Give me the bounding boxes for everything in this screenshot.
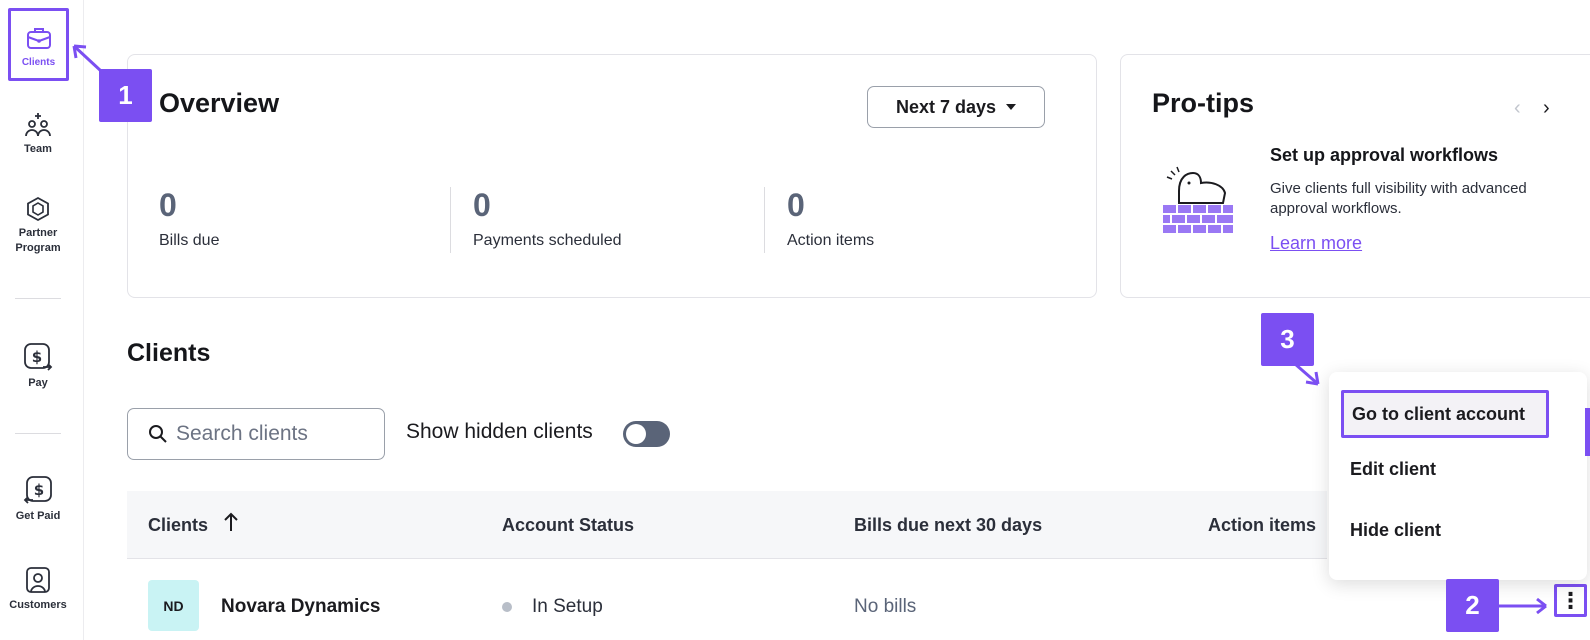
sidebar-item-get-paid[interactable]: $ Get Paid [0, 475, 76, 524]
tip-title: Set up approval workflows [1270, 145, 1499, 165]
stat-label: Action items [787, 232, 875, 249]
menu-item-go-to-client-account[interactable]: Go to client account [1341, 390, 1549, 438]
caret-down-icon [1006, 104, 1017, 110]
search-input[interactable] [176, 422, 376, 446]
stat-divider [450, 187, 451, 253]
stat-bills-due: 0 Bills due [159, 187, 219, 250]
brick-wall-illustration-icon [1163, 166, 1233, 233]
show-hidden-label: Show hidden clients [406, 420, 593, 443]
tip-body: Give clients full visibility with advanc… [1270, 180, 1527, 217]
bills-due-value: No bills [854, 596, 917, 617]
sidebar-item-partner-program[interactable]: Partner Program [0, 196, 76, 256]
stat-action-items: 0 Action items [787, 187, 874, 250]
edge-highlight-bar [1585, 408, 1590, 456]
sidebar-item-label: Clients [21, 57, 56, 68]
sidebar-item-label: Partner Program [15, 227, 61, 254]
column-header-account-status: Account Status [502, 515, 635, 535]
stat-value: 0 [787, 187, 805, 223]
sidebar-item-label: Get Paid [15, 510, 61, 522]
date-range-dropdown[interactable]: Next 7 days [867, 86, 1045, 128]
sidebar-item-label: Pay [28, 377, 48, 389]
client-name[interactable]: Novara Dynamics [221, 596, 380, 618]
search-box[interactable] [127, 408, 385, 460]
pay-icon: $ [24, 343, 53, 371]
show-hidden-toggle[interactable] [623, 421, 670, 447]
sidebar-divider [15, 433, 61, 434]
sidebar-item-label: Customers [9, 599, 67, 611]
briefcase-icon [26, 28, 51, 49]
kebab-menu-icon: ⋮ [1559, 587, 1582, 613]
search-icon [149, 425, 167, 443]
sidebar-item-team[interactable]: Team [0, 112, 76, 157]
more-options-button[interactable]: ⋮ [1554, 584, 1587, 617]
stat-label: Bills due [159, 232, 220, 249]
stat-label: Payments scheduled [473, 232, 622, 249]
protips-title: Pro-tips [1152, 88, 1255, 118]
stat-value: 0 [159, 187, 177, 223]
stat-divider [764, 187, 765, 253]
status-dot [502, 602, 512, 612]
overview-title: Overview [159, 88, 280, 118]
sidebar: Clients Team Partner Program $ Pay $ Get… [0, 0, 84, 640]
partner-gem-icon [27, 196, 49, 222]
get-paid-icon: $ [23, 476, 52, 504]
column-header-action-items: Action items [1208, 515, 1317, 535]
date-range-label: Next 7 days [895, 96, 997, 117]
svg-text:$: $ [34, 481, 44, 499]
sidebar-item-customers[interactable]: Customers [0, 566, 76, 613]
callout-badge-3: 3 [1261, 313, 1314, 366]
menu-item-edit-client[interactable]: Edit client [1350, 459, 1436, 480]
sidebar-item-pay[interactable]: $ Pay [0, 342, 76, 391]
clients-section-title: Clients [127, 339, 211, 367]
account-status: In Setup [532, 596, 603, 617]
overview-card: Overview Next 7 days 0 Bills due 0 Payme… [127, 54, 1097, 298]
chevron-right-icon[interactable]: › [1543, 97, 1550, 120]
client-actions-menu: Go to client account Edit client Hide cl… [1329, 372, 1587, 580]
table-header: Clients Account Status Bills due next 30… [127, 491, 1327, 559]
client-avatar: ND [148, 580, 199, 631]
team-icon [25, 113, 51, 137]
customers-icon [26, 567, 50, 593]
callout-badge-1: 1 [99, 69, 152, 122]
callout-badge-2: 2 [1446, 579, 1499, 632]
sidebar-divider [15, 298, 61, 299]
stat-value: 0 [473, 187, 491, 223]
learn-more-link[interactable]: Learn more [1270, 233, 1362, 254]
stat-payments-scheduled: 0 Payments scheduled [473, 187, 622, 250]
svg-text:$: $ [32, 348, 42, 366]
column-header-clients[interactable]: Clients [148, 515, 208, 536]
sidebar-item-label: Team [24, 143, 52, 155]
menu-item-hide-client[interactable]: Hide client [1350, 520, 1441, 541]
sort-arrow-up-icon[interactable] [223, 511, 239, 533]
chevron-left-icon[interactable]: ‹ [1514, 97, 1521, 120]
column-header-bills-due: Bills due next 30 days [854, 515, 1043, 535]
sidebar-item-clients[interactable]: Clients [8, 8, 69, 81]
protips-card: Pro-tips ‹ › Set up approval workflows G… [1120, 54, 1590, 298]
